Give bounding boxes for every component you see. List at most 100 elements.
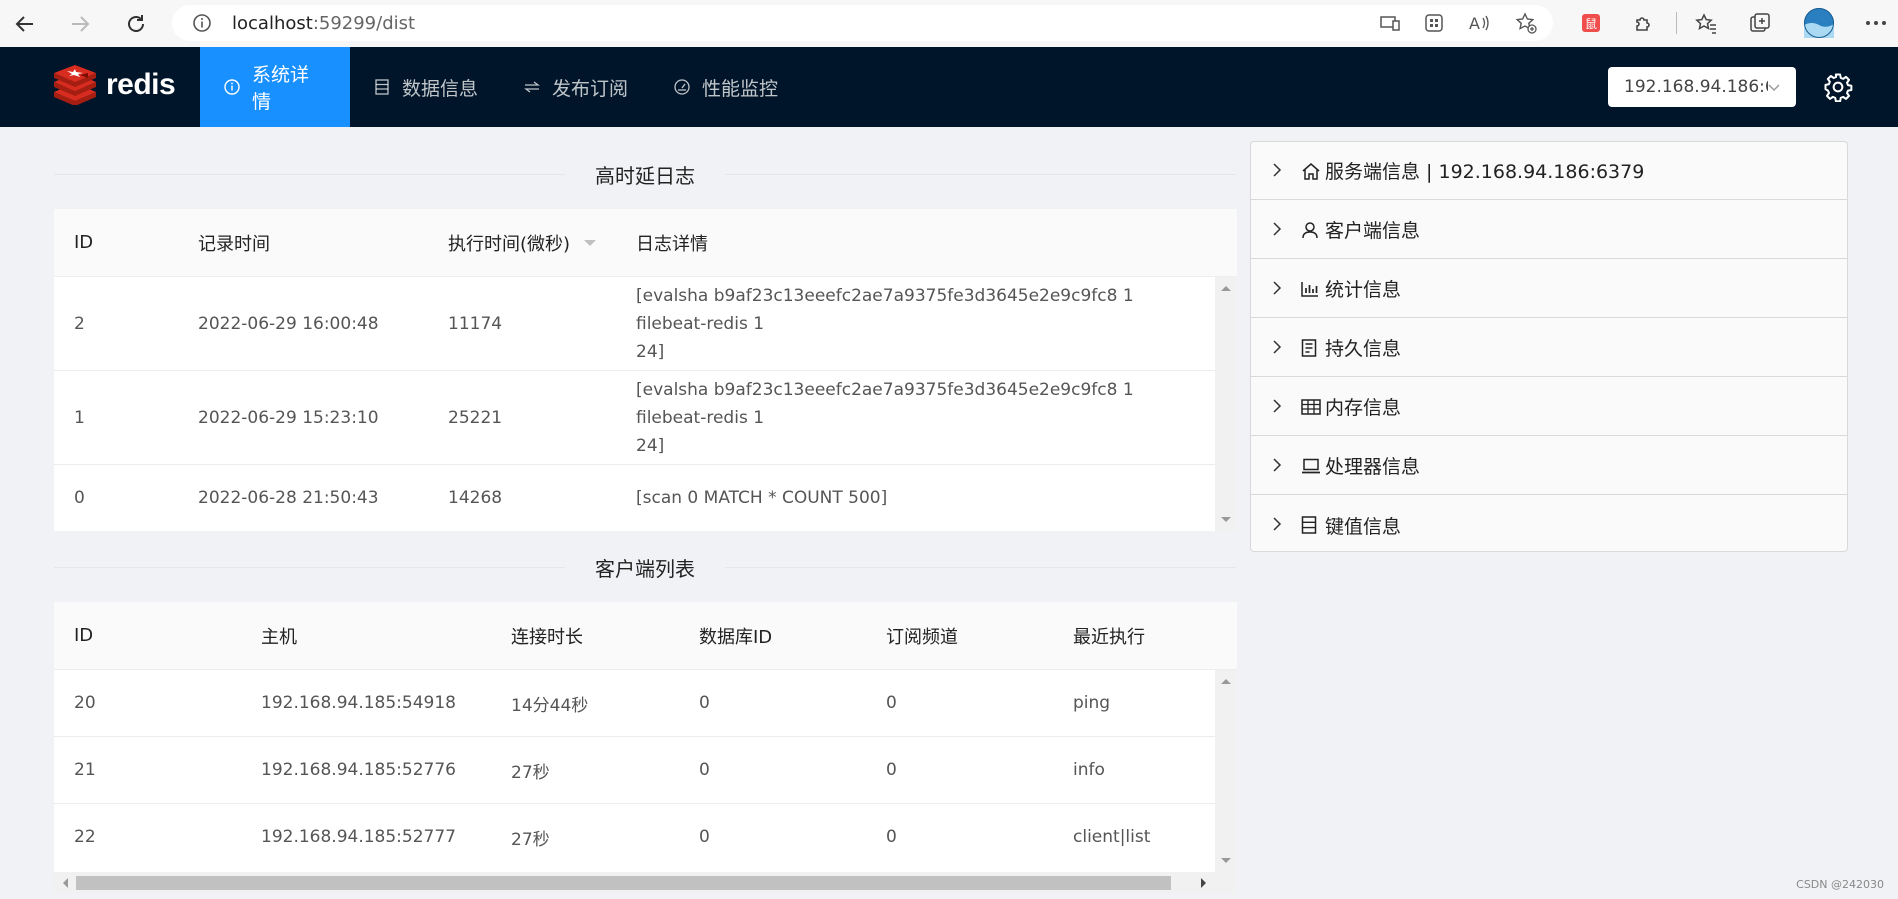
cell-exec: 11174 xyxy=(448,313,503,334)
scroll-up-icon[interactable] xyxy=(1221,285,1231,292)
laptop-icon xyxy=(1301,458,1321,474)
table-row: 1 2022-06-29 15:23:10 25221 [evalsha b9a… xyxy=(54,371,1215,465)
menu-data-info[interactable]: 数据信息 xyxy=(350,47,502,127)
watermark: CSDN @242030 xyxy=(1796,878,1884,891)
panel-memory-info[interactable]: 内存信息 xyxy=(1251,378,1847,436)
clients-table: ID 主机 连接时长 数据库ID 订阅频道 最近执行 20 192.168.94… xyxy=(54,602,1237,894)
horizontal-scroll-thumb[interactable] xyxy=(76,876,1171,890)
menu-system-details[interactable]: 系统详情 xyxy=(200,47,350,127)
address-bar[interactable]: localhost:59299/dist A xyxy=(172,5,1553,41)
panel-server-info[interactable]: 服务端信息 | 192.168.94.186:6379 xyxy=(1251,142,1847,200)
clients-col-age: 连接时长 xyxy=(511,626,583,648)
chevron-right-icon xyxy=(1273,337,1282,359)
back-button[interactable] xyxy=(9,8,41,40)
logo-text: redis xyxy=(106,68,176,101)
user-icon xyxy=(1301,221,1319,239)
scroll-down-icon[interactable] xyxy=(1221,857,1231,864)
scroll-up-icon[interactable] xyxy=(1221,678,1231,685)
slowlog-col-exec[interactable]: 执行时间(微秒) xyxy=(448,209,597,276)
chevron-right-icon xyxy=(1273,278,1282,300)
profile-avatar[interactable] xyxy=(1803,7,1835,39)
cell-age: 27秒 xyxy=(511,762,550,783)
extensions-puzzle-icon[interactable] xyxy=(1630,9,1658,37)
extension-red-icon[interactable]: 鼠 xyxy=(1577,9,1605,37)
read-aloud-icon[interactable]: A xyxy=(1468,11,1492,35)
table-row: 21 192.168.94.185:52776 27秒 0 0 info xyxy=(54,737,1215,804)
database-icon xyxy=(1301,516,1317,534)
slowlog-divider: 高时延日志 xyxy=(54,159,1236,189)
chevron-down-icon xyxy=(1768,77,1780,97)
site-info-icon[interactable] xyxy=(192,13,212,37)
chevron-right-icon xyxy=(1273,160,1282,182)
cell-time: 2022-06-28 21:50:43 xyxy=(198,488,379,508)
scroll-left-icon[interactable] xyxy=(62,878,69,888)
cell-detail-line2: 24] xyxy=(636,435,665,456)
settings-button[interactable] xyxy=(1820,69,1856,105)
url-path: :59299/dist xyxy=(312,13,416,34)
panel-client-info[interactable]: 客户端信息 xyxy=(1251,201,1847,259)
cell-detail-line2: 24] xyxy=(636,341,665,362)
browser-toolbar: localhost:59299/dist A 鼠 xyxy=(0,0,1898,48)
cell-detail: [evalsha b9af23c13eeefc2ae7a9375fe3d3645… xyxy=(636,371,1196,464)
info-circle-icon xyxy=(224,79,240,95)
clients-col-host: 主机 xyxy=(261,626,297,648)
bar-chart-icon xyxy=(1301,281,1319,297)
slowlog-vertical-scrollbar[interactable] xyxy=(1215,277,1237,531)
server-select[interactable]: 192.168.94.186:6... xyxy=(1608,67,1796,107)
menu-performance[interactable]: 性能监控 xyxy=(650,47,802,127)
chevron-right-icon xyxy=(1273,514,1282,536)
svg-text:鼠: 鼠 xyxy=(1585,17,1597,31)
reload-icon xyxy=(128,15,144,32)
url-host: localhost xyxy=(232,13,313,34)
dashboard-icon xyxy=(674,79,690,95)
table-icon xyxy=(1301,398,1321,415)
apps-icon[interactable] xyxy=(1422,11,1446,35)
chevron-right-icon xyxy=(1273,396,1282,418)
cell-id: 20 xyxy=(74,693,96,713)
menu-pubsub[interactable]: 发布订阅 xyxy=(500,47,652,127)
collections-icon[interactable] xyxy=(1746,9,1774,37)
clients-horizontal-scrollbar[interactable] xyxy=(54,872,1215,894)
svg-text:A: A xyxy=(1469,14,1480,32)
info-collapse-panel: 服务端信息 | 192.168.94.186:6379 客户端信息 统计信息 持… xyxy=(1250,141,1848,552)
cell-id: 1 xyxy=(74,407,85,428)
clients-divider: 客户端列表 xyxy=(54,552,1236,582)
database-icon xyxy=(374,79,390,95)
redis-logo[interactable]: redis xyxy=(52,65,176,105)
url-text: localhost:59299/dist xyxy=(232,13,415,34)
panel-keyspace-info[interactable]: 键值信息 xyxy=(1251,496,1847,554)
cell-time: 2022-06-29 16:00:48 xyxy=(198,313,379,334)
panel-label: 客户端信息 xyxy=(1325,220,1421,242)
panel-persistence-info[interactable]: 持久信息 xyxy=(1251,319,1847,377)
sort-caret-icon[interactable] xyxy=(584,239,597,246)
forward-button[interactable] xyxy=(64,8,96,40)
favorites-icon[interactable] xyxy=(1692,9,1720,37)
more-menu-icon[interactable] xyxy=(1862,9,1890,37)
panel-label: 统计信息 xyxy=(1325,279,1402,301)
slowlog-col-exec-label: 执行时间(微秒) xyxy=(448,233,571,255)
scroll-down-icon[interactable] xyxy=(1221,516,1231,523)
gear-icon xyxy=(1824,73,1853,102)
toolbar-divider xyxy=(1676,12,1677,34)
cell-cmd: info xyxy=(1073,760,1105,780)
cell-host: 192.168.94.185:52776 xyxy=(261,760,456,780)
cell-sub: 0 xyxy=(886,760,897,780)
scroll-corner xyxy=(1215,872,1237,894)
slowlog-col-id: ID xyxy=(74,232,94,253)
add-favorite-icon[interactable] xyxy=(1514,11,1538,35)
scroll-right-icon[interactable] xyxy=(1200,878,1207,888)
clients-vertical-scrollbar[interactable] xyxy=(1215,670,1237,872)
panel-cpu-info[interactable]: 处理器信息 xyxy=(1251,437,1847,495)
menu-label: 系统详情 xyxy=(252,64,310,113)
chevron-right-icon xyxy=(1273,455,1282,477)
cell-cmd: client|list xyxy=(1073,827,1151,847)
cell-id: 2 xyxy=(74,313,85,334)
swap-icon xyxy=(524,79,540,95)
table-row: 22 192.168.94.185:52777 27秒 0 0 client|l… xyxy=(54,804,1215,870)
clients-col-db: 数据库ID xyxy=(699,626,773,648)
cast-icon[interactable] xyxy=(1378,11,1402,35)
panel-stats-info[interactable]: 统计信息 xyxy=(1251,260,1847,318)
clients-col-id: ID xyxy=(74,625,94,646)
reload-button[interactable] xyxy=(120,8,152,40)
menu-label: 数据信息 xyxy=(402,77,479,100)
